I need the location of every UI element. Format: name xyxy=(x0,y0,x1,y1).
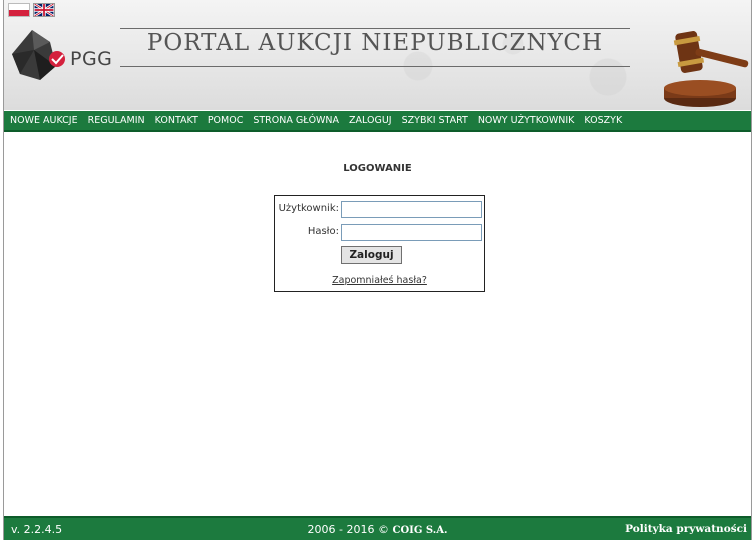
nav-item-koszyk[interactable]: KOSZYK xyxy=(584,115,622,126)
language-switcher xyxy=(8,3,55,17)
header: PGG PORTAL AUKCJI NIEPUBLICZNYCH xyxy=(4,0,751,110)
username-row: Użytkownik: xyxy=(275,201,484,218)
page-title: LOGOWANIE xyxy=(343,163,412,174)
login-button[interactable]: Zaloguj xyxy=(341,246,402,264)
nav-item-szybki-start[interactable]: SZYBKI START xyxy=(402,115,468,126)
main-navigation: NOWE AUKCJE REGULAMIN KONTAKT POMOC STRO… xyxy=(4,111,751,132)
logo-text: PGG xyxy=(70,48,113,70)
privacy-policy-link[interactable]: Polityka prywatności xyxy=(625,523,747,535)
copyright-years: 2006 - 2016 © xyxy=(307,523,389,536)
flag-pl-icon[interactable] xyxy=(8,3,30,17)
nav-item-pomoc[interactable]: POMOC xyxy=(208,115,244,126)
gavel-icon xyxy=(664,31,749,107)
copyright-company: COIG S.A. xyxy=(392,525,448,536)
nav-item-kontakt[interactable]: KONTAKT xyxy=(155,115,198,126)
pgg-logo-mark-icon xyxy=(12,30,65,80)
password-input[interactable] xyxy=(341,224,482,241)
nav-item-regulamin[interactable]: REGULAMIN xyxy=(88,115,145,126)
footer: v. 2.2.4.5 2006 - 2016 © COIG S.A. Polit… xyxy=(4,516,751,540)
nav-item-nowe-aukcje[interactable]: NOWE AUKCJE xyxy=(10,115,78,126)
nav-item-zaloguj[interactable]: ZALOGUJ xyxy=(349,115,392,126)
login-form: Użytkownik: Hasło: Zaloguj Zapomniałeś h… xyxy=(274,195,485,292)
password-row: Hasło: xyxy=(275,224,484,241)
flag-en-icon[interactable] xyxy=(33,3,55,17)
title-divider-bottom xyxy=(120,66,630,67)
nav-item-strona-glowna[interactable]: STRONA GŁÓWNA xyxy=(253,115,339,126)
page-frame: PGG PORTAL AUKCJI NIEPUBLICZNYCH NOWE AU… xyxy=(3,0,752,540)
title-divider-top xyxy=(120,28,630,29)
portal-title: PORTAL AUKCJI NIEPUBLICZNYCH xyxy=(146,30,604,56)
username-input[interactable] xyxy=(341,201,482,218)
nav-item-nowy-uzytkownik[interactable]: NOWY UŻYTKOWNIK xyxy=(478,115,575,126)
forgot-password-link[interactable]: Zapomniałeś hasła? xyxy=(275,275,484,286)
password-label: Hasło: xyxy=(307,226,339,237)
pgg-logo[interactable]: PGG xyxy=(10,28,120,84)
username-label: Użytkownik: xyxy=(278,203,339,214)
